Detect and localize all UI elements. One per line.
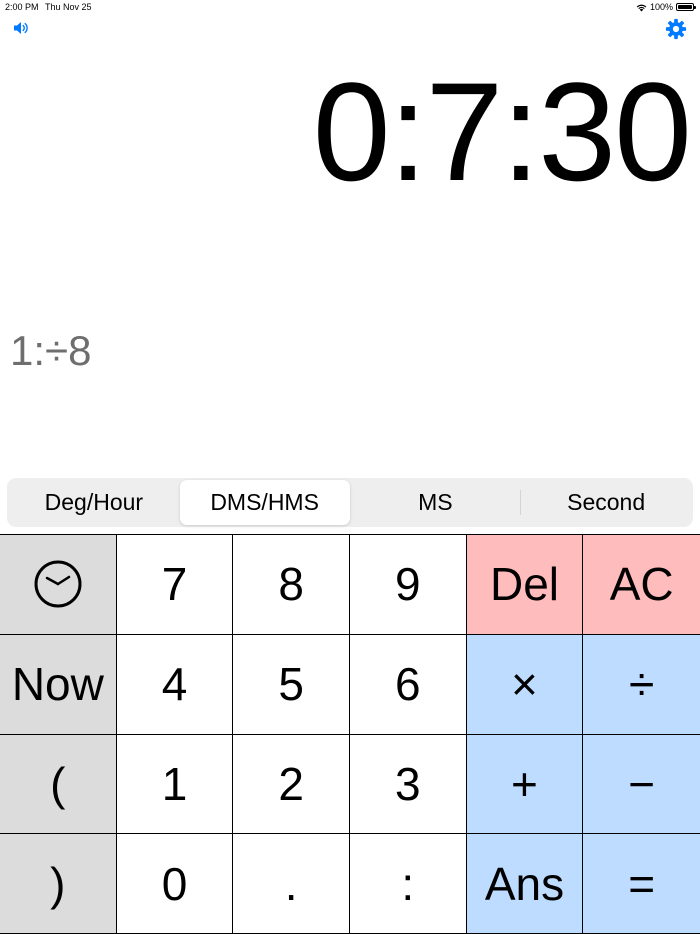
- expression-display: 1:÷8: [10, 327, 92, 374]
- speaker-icon[interactable]: [13, 20, 30, 36]
- key-8[interactable]: 8: [233, 535, 350, 635]
- key-9[interactable]: 9: [349, 535, 467, 635]
- open-paren-button[interactable]: (: [0, 734, 117, 835]
- minus-button[interactable]: −: [583, 734, 700, 835]
- plus-button[interactable]: +: [466, 734, 584, 835]
- key-0[interactable]: 0: [116, 834, 234, 934]
- key-3[interactable]: 3: [349, 734, 467, 835]
- result-display: 0:7:30: [312, 53, 692, 210]
- status-bar: 2:00 PM Thu Nov 25 100%: [0, 0, 700, 14]
- clock-icon: [34, 560, 82, 608]
- mode-ms[interactable]: MS: [351, 480, 521, 525]
- mode-second[interactable]: Second: [521, 480, 691, 525]
- delete-button[interactable]: Del: [466, 535, 584, 635]
- key-7[interactable]: 7: [116, 535, 234, 635]
- battery-percentage: 100%: [649, 2, 673, 12]
- close-paren-button[interactable]: ): [0, 834, 117, 934]
- divide-button[interactable]: ÷: [583, 634, 700, 735]
- key-5[interactable]: 5: [233, 634, 350, 735]
- colon-button[interactable]: :: [349, 834, 467, 934]
- answer-button[interactable]: Ans: [466, 834, 584, 934]
- status-indicators: 100%: [636, 2, 696, 12]
- wifi-icon: [636, 4, 647, 11]
- equals-button[interactable]: =: [583, 834, 700, 934]
- battery-icon: [676, 3, 696, 11]
- gear-icon[interactable]: [665, 18, 687, 40]
- keypad: 7 8 9 Del AC Now 4 5 6 × ÷ ( 1 2 3 + − )…: [0, 534, 700, 934]
- mode-segmented-control: Deg/Hour DMS/HMS MS Second: [7, 478, 693, 527]
- key-2[interactable]: 2: [233, 734, 350, 835]
- status-time: 2:00 PM: [5, 2, 39, 12]
- key-4[interactable]: 4: [116, 634, 234, 735]
- all-clear-button[interactable]: AC: [583, 535, 700, 635]
- status-date: Thu Nov 25: [45, 2, 92, 12]
- key-6[interactable]: 6: [349, 634, 467, 735]
- mode-deg-hour[interactable]: Deg/Hour: [9, 480, 179, 525]
- mode-dms-hms[interactable]: DMS/HMS: [179, 480, 350, 525]
- clock-button[interactable]: [0, 535, 117, 635]
- now-button[interactable]: Now: [0, 634, 117, 735]
- decimal-point-button[interactable]: .: [233, 834, 350, 934]
- key-1[interactable]: 1: [116, 734, 234, 835]
- multiply-button[interactable]: ×: [466, 634, 584, 735]
